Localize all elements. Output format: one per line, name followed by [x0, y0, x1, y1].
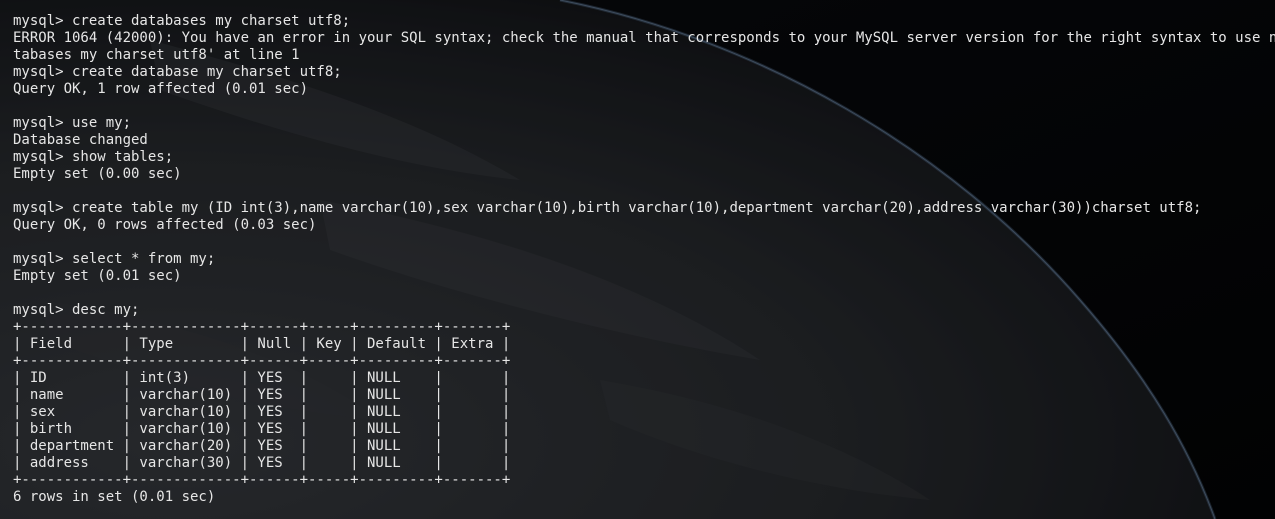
table-border: +------------+-------------+------+-----… — [13, 319, 511, 335]
terminal-line: mysql> desc my; — [13, 302, 140, 318]
terminal-line: tabases my charset utf8' at line 1 — [13, 47, 300, 63]
table-row: | name | varchar(10) | YES | | NULL | | — [13, 387, 511, 403]
terminal-line: mysql> create database my charset utf8; — [13, 64, 342, 80]
table-row: | address | varchar(30) | YES | | NULL |… — [13, 455, 511, 471]
table-row: | ID | int(3) | YES | | NULL | | — [13, 370, 511, 386]
table-border: +------------+-------------+------+-----… — [13, 472, 511, 488]
terminal-line: Empty set (0.01 sec) — [13, 268, 182, 284]
terminal-line: mysql> create table my (ID int(3),name v… — [13, 200, 1202, 216]
terminal-output[interactable]: mysql> create databases my charset utf8;… — [13, 13, 1275, 506]
table-border: +------------+-------------+------+-----… — [13, 353, 511, 369]
table-row: | sex | varchar(10) | YES | | NULL | | — [13, 404, 511, 420]
terminal-line: mysql> show tables; — [13, 149, 174, 165]
terminal-window[interactable]: mysql> create databases my charset utf8;… — [0, 0, 1275, 519]
table-row: | department | varchar(20) | YES | | NUL… — [13, 438, 511, 454]
terminal-line: mysql> use my; — [13, 115, 132, 131]
terminal-line: 6 rows in set (0.01 sec) — [13, 489, 216, 505]
terminal-line-error: ERROR 1064 (42000): You have an error in… — [13, 30, 1275, 46]
terminal-line: mysql> create databases my charset utf8; — [13, 13, 351, 29]
table-header-row: | Field | Type | Null | Key | Default | … — [13, 336, 511, 352]
terminal-line: Empty set (0.00 sec) — [13, 166, 182, 182]
terminal-line: mysql> select * from my; — [13, 251, 216, 267]
terminal-line: Query OK, 0 rows affected (0.03 sec) — [13, 217, 317, 233]
terminal-line: Database changed — [13, 132, 148, 148]
table-row: | birth | varchar(10) | YES | | NULL | | — [13, 421, 511, 437]
terminal-line: Query OK, 1 row affected (0.01 sec) — [13, 81, 309, 97]
